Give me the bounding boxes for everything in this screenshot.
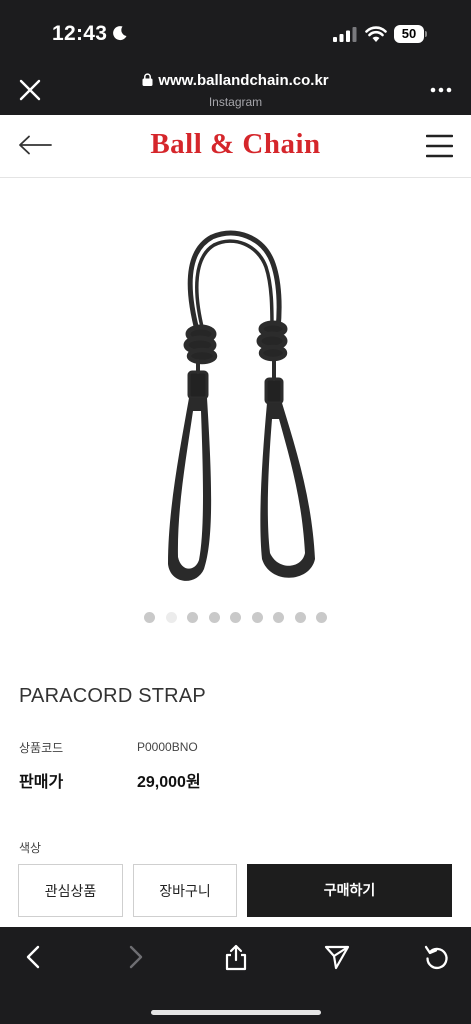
buy-now-button[interactable]: 구매하기 [247,864,452,917]
browser-url-text: www.ballandchain.co.kr [158,72,329,89]
status-time: 12:43 [52,22,108,45]
product-title: PARACORD STRAP [19,685,206,707]
gallery-dot[interactable] [144,612,155,623]
more-icon[interactable] [430,87,452,93]
color-option-label: 색상 [19,841,42,855]
site-logo[interactable]: Ball & Chain [0,128,471,161]
gallery-dot-active[interactable] [165,612,177,623]
price-value: 29,000원 [137,774,201,791]
battery-icon: 50 [394,25,427,43]
send-icon[interactable] [323,943,351,971]
price-label: 판매가 [19,774,64,791]
wifi-icon [365,26,387,42]
browser-url[interactable]: www.ballandchain.co.kr [0,72,471,89]
moon-icon [113,26,127,41]
product-code-value: P0000BNO [137,740,198,754]
site-header: Ball & Chain [0,115,471,178]
wishlist-button[interactable]: 관심상품 [18,864,123,917]
browser-subtitle: Instagram [208,95,263,109]
gallery-dot[interactable] [230,612,241,623]
add-to-cart-button[interactable]: 장바구니 [133,864,237,917]
hamburger-menu-icon[interactable] [426,134,453,158]
signal-icon [333,27,357,42]
in-app-browser-header: www.ballandchain.co.kr Instagram [0,66,471,115]
home-indicator [151,1010,321,1015]
lock-icon [142,73,153,86]
gallery-dot[interactable] [294,612,306,623]
forward-icon[interactable] [121,943,149,971]
gallery-dot[interactable] [187,612,198,623]
back-icon[interactable] [20,943,48,971]
product-code-label: 상품코드 [19,741,64,755]
battery-level: 50 [394,25,424,43]
share-icon[interactable] [222,943,250,971]
gallery-dot[interactable] [273,612,284,623]
reload-icon[interactable] [423,943,451,971]
product-image[interactable] [0,179,471,604]
status-bar: 12:43 50 [0,0,471,66]
gallery-dot[interactable] [251,612,263,623]
gallery-pagination [0,612,471,624]
gallery-dot[interactable] [208,612,220,623]
gallery-dot[interactable] [316,612,327,623]
